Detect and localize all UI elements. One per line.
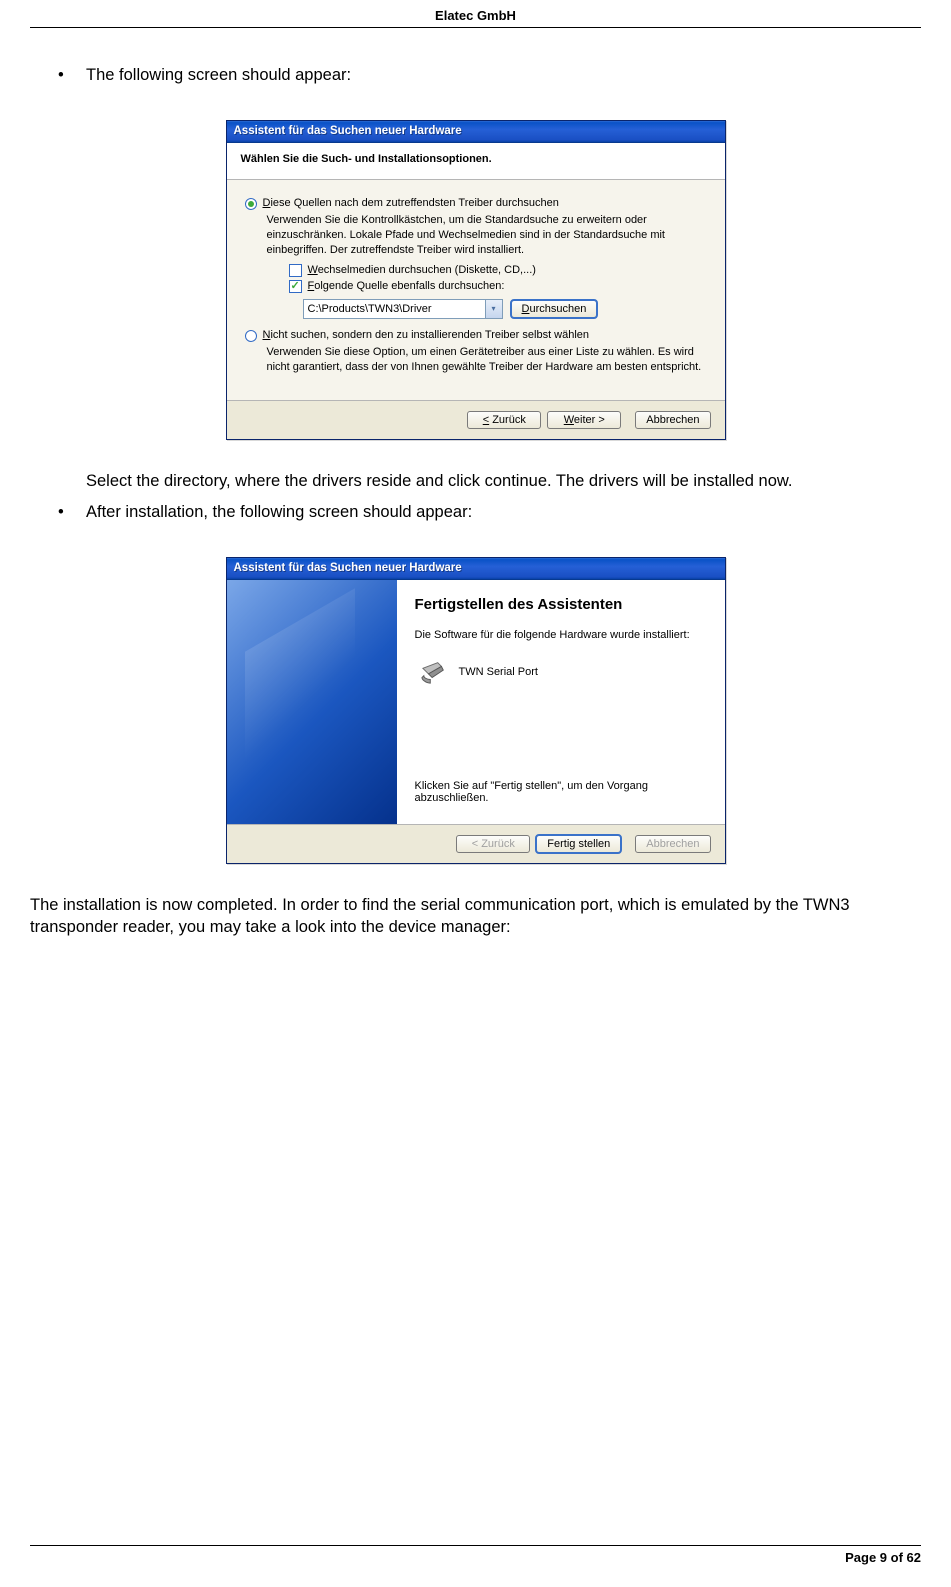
chevron-down-icon[interactable]: ▾ [485, 300, 502, 318]
wizard-header-text: Wählen Sie die Such- und Installationsop… [241, 153, 711, 165]
back-button: < Zurück [456, 835, 530, 853]
wizard-dialog-finish: Assistent für das Suchen neuer Hardware … [226, 557, 726, 864]
radio-search-sources-desc: Verwenden Sie die Kontrollkästchen, um d… [267, 213, 707, 258]
bullet-text: After installation, the following screen… [86, 501, 921, 523]
radio-dont-search-label: Nicht suchen, sondern den zu installiere… [263, 329, 590, 341]
wizard-header: Wählen Sie die Such- und Installationsop… [227, 143, 725, 180]
bullet-dot-icon: • [58, 501, 86, 523]
titlebar[interactable]: Assistent für das Suchen neuer Hardware [227, 558, 725, 580]
wizard-finish-instruction: Klicken Sie auf "Fertig stellen", um den… [415, 780, 707, 804]
device-row: TWN Serial Port [419, 659, 707, 685]
radio-dont-search[interactable] [245, 330, 257, 342]
checkbox-removable-media[interactable] [289, 264, 302, 277]
back-button[interactable]: < Zurück [467, 411, 541, 429]
serial-port-icon [419, 659, 449, 685]
wizard-dialog-search-options: Assistent für das Suchen neuer Hardware … [226, 120, 726, 440]
wizard-installed-text: Die Software für die folgende Hardware w… [415, 629, 707, 641]
wizard-footer: < Zurück Weiter > Abbrechen [227, 400, 725, 439]
wizard-finish-title: Fertigstellen des Assistenten [415, 596, 707, 613]
checkbox-include-location-label: Folgende Quelle ebenfalls durchsuchen: [308, 280, 505, 292]
bullet-item: • The following screen should appear: [58, 64, 921, 86]
checkbox-removable-media-label: Wechselmedien durchsuchen (Diskette, CD,… [308, 264, 536, 276]
titlebar[interactable]: Assistent für das Suchen neuer Hardware [227, 121, 725, 143]
cancel-button[interactable]: Abbrechen [635, 411, 710, 429]
checkbox-include-location[interactable] [289, 280, 302, 293]
finish-button[interactable]: Fertig stellen [536, 835, 621, 853]
path-combo[interactable]: C:\Products\TWN3\Driver ▾ [303, 299, 503, 319]
cancel-button: Abbrechen [635, 835, 710, 853]
browse-button[interactable]: Durchsuchen [511, 300, 598, 318]
instruction-text: Select the directory, where the drivers … [86, 470, 921, 492]
wizard-sidebar-image [227, 580, 397, 824]
page-header: Elatec GmbH [30, 0, 921, 28]
bullet-item: • After installation, the following scre… [58, 501, 921, 523]
device-name: TWN Serial Port [459, 666, 538, 678]
radio-search-sources[interactable] [245, 198, 257, 210]
bullet-text: The following screen should appear: [86, 64, 921, 86]
path-combo-value: C:\Products\TWN3\Driver [308, 303, 432, 315]
closing-paragraph: The installation is now completed. In or… [30, 894, 921, 939]
wizard-footer: < Zurück Fertig stellen Abbrechen [227, 824, 725, 863]
page-footer: Page 9 of 62 [30, 1545, 921, 1565]
radio-search-sources-label: Diese Quellen nach dem zutreffendsten Tr… [263, 197, 559, 209]
radio-dont-search-desc: Verwenden Sie diese Option, um einen Ger… [267, 345, 707, 375]
bullet-dot-icon: • [58, 64, 86, 86]
next-button[interactable]: Weiter > [547, 411, 621, 429]
